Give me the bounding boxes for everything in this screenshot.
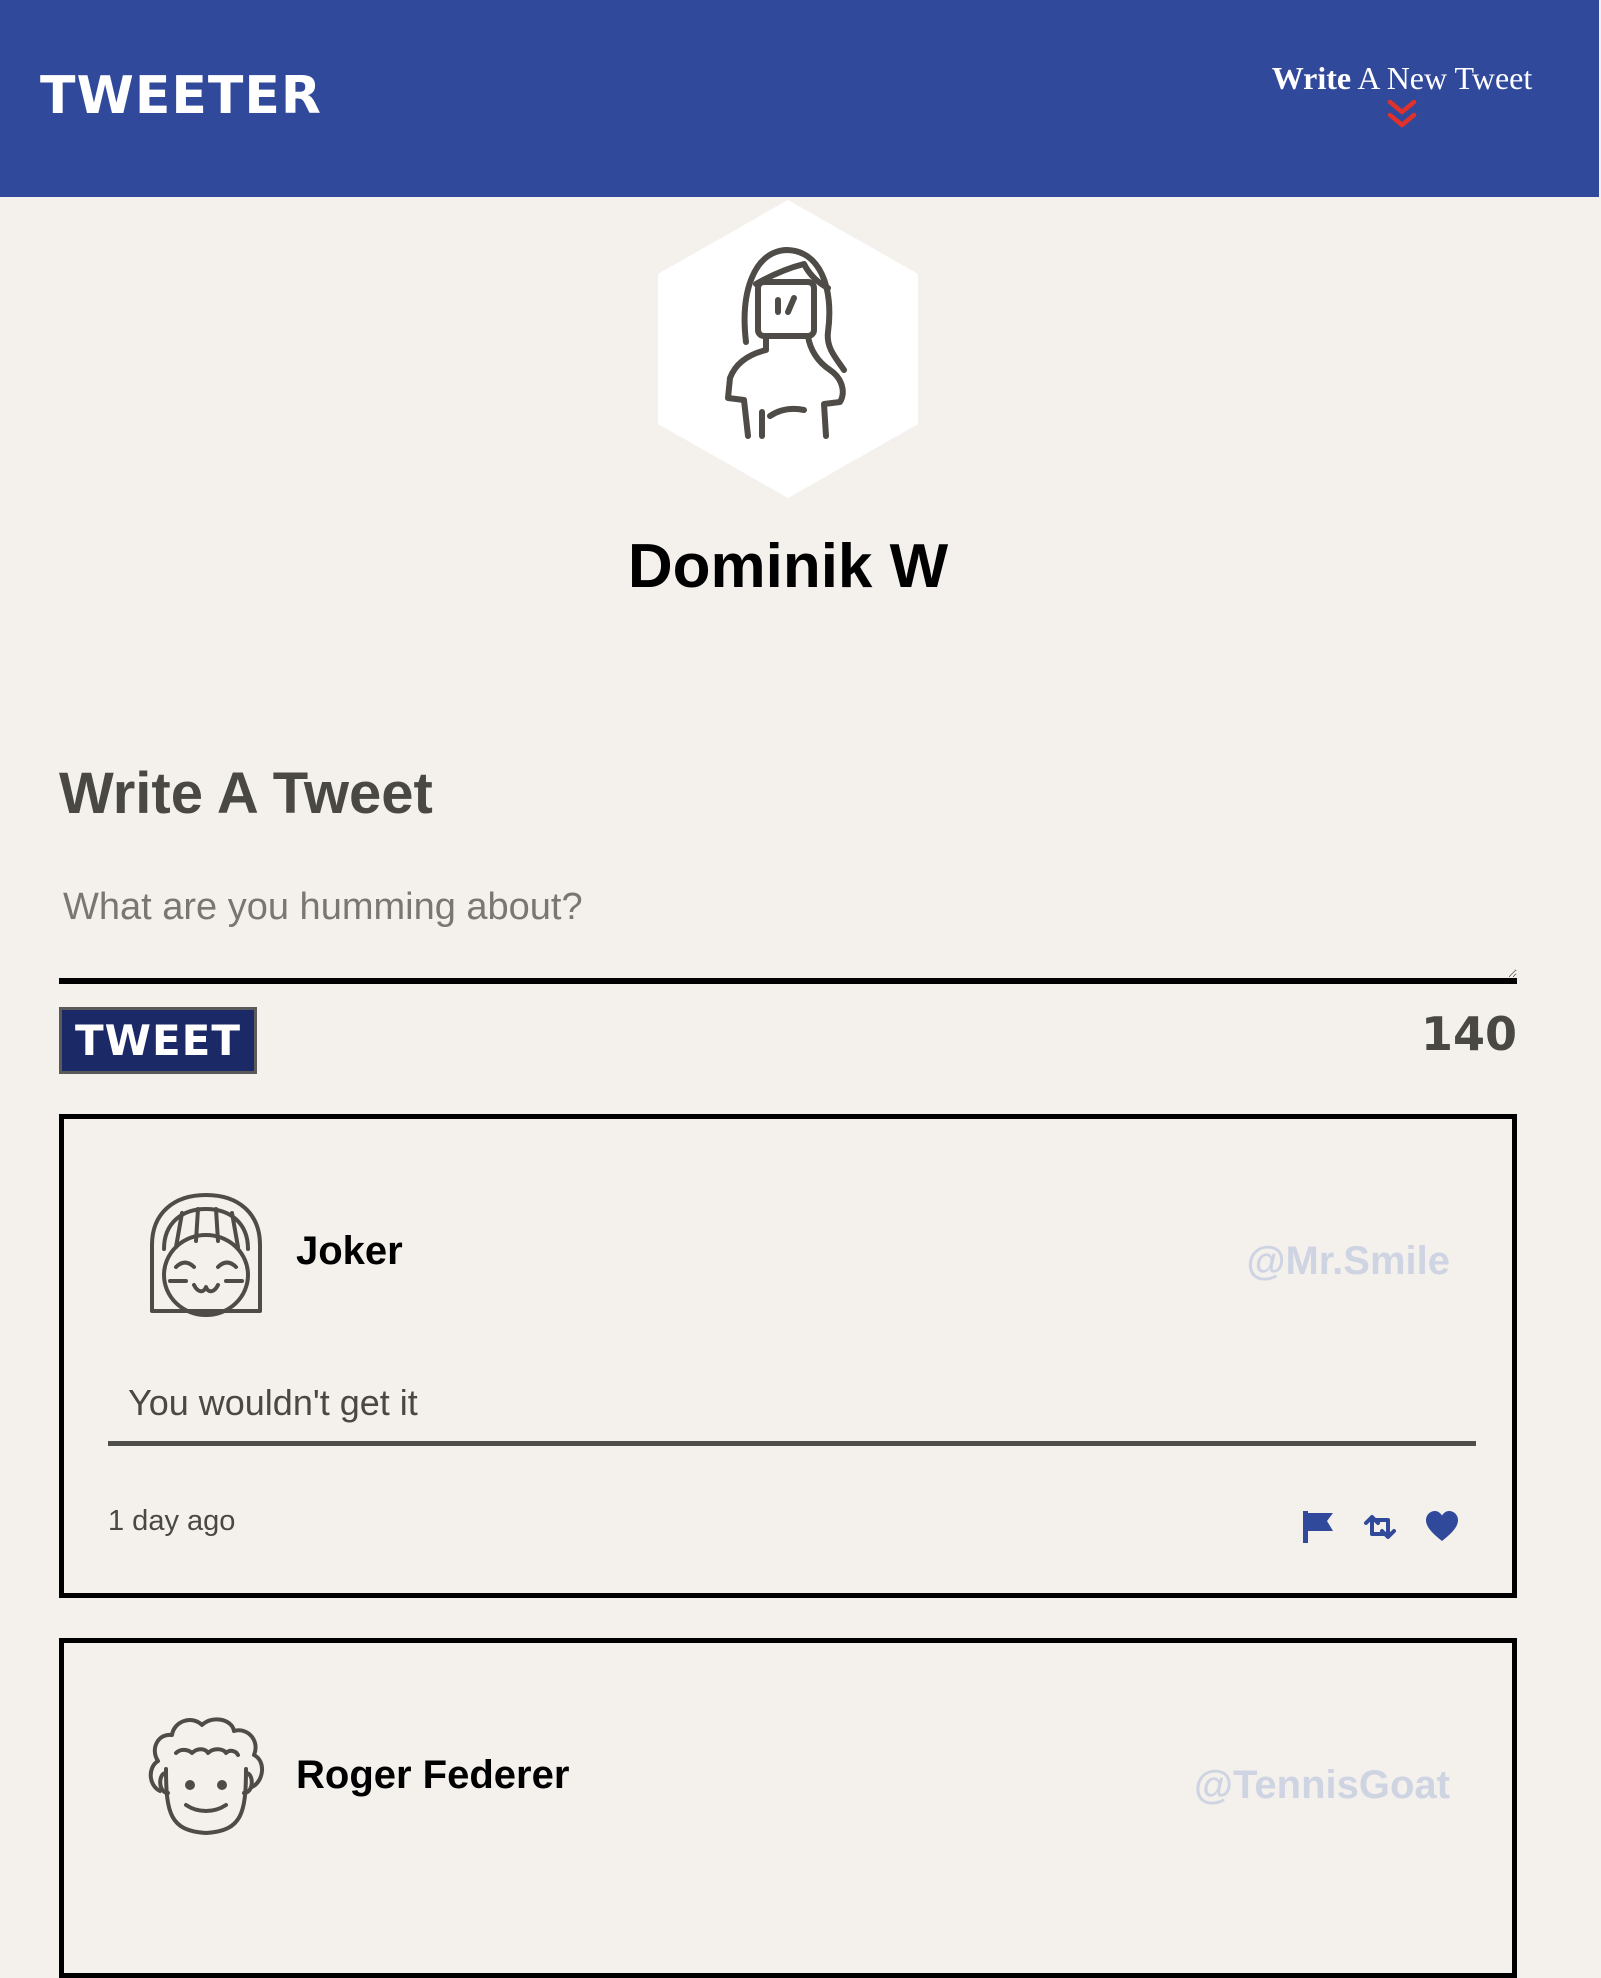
tweet-author: Joker — [296, 1229, 403, 1273]
tweet-handle[interactable]: @TennisGoat — [1194, 1761, 1450, 1809]
profile-avatar — [658, 200, 918, 498]
top-navbar: TWEETER Write A New Tweet — [0, 0, 1599, 197]
brand-logo[interactable]: TWEETER — [40, 66, 322, 126]
compose-title: Write A Tweet — [59, 761, 433, 826]
tweet-card: Joker @Mr.Smile You wouldn't get it 1 da… — [59, 1114, 1517, 1598]
retweet-icon[interactable] — [1362, 1509, 1398, 1545]
profile-name: Dominik W — [627, 532, 949, 601]
flag-icon[interactable] — [1300, 1509, 1336, 1545]
double-chevron-down-icon — [1387, 99, 1417, 128]
tweet-card: Roger Federer @TennisGoat — [59, 1638, 1517, 1978]
tweet-submit-button[interactable]: TWEET — [59, 1007, 257, 1074]
char-counter: 140 — [1420, 1007, 1517, 1061]
smiling-face-avatar-icon — [150, 1193, 262, 1317]
tweet-handle[interactable]: @Mr.Smile — [1246, 1237, 1450, 1285]
tweet-content: You wouldn't get it — [108, 1381, 1476, 1446]
tweet-textarea[interactable] — [59, 872, 1517, 984]
tweet-actions — [1300, 1509, 1460, 1545]
tweet-timestamp: 1 day ago — [108, 1505, 236, 1537]
write-new-tweet-label: Write A New Tweet — [1271, 60, 1533, 96]
heart-icon[interactable] — [1424, 1509, 1460, 1545]
write-new-tweet-toggle[interactable]: Write A New Tweet — [1267, 58, 1537, 138]
curly-hair-avatar-icon — [148, 1717, 264, 1835]
tweet-author: Roger Federer — [296, 1753, 570, 1797]
